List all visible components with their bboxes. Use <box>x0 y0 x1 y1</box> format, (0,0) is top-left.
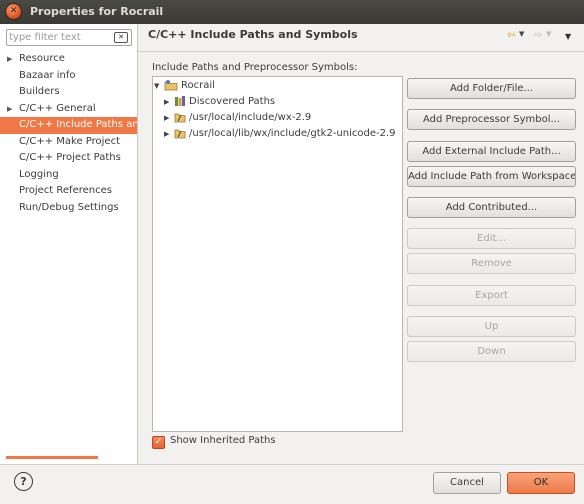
nav-item-label: Resource <box>19 53 65 64</box>
nav-item-label: Project References <box>19 185 112 196</box>
nav-item-label: C/C++ Project Paths <box>19 152 121 163</box>
expand-arrow-icon[interactable]: ▶ <box>164 126 174 142</box>
forward-arrow-icon[interactable]: ⇨ <box>534 30 542 41</box>
nav-item-cpp-project-paths[interactable]: C/C++ Project Paths <box>0 150 137 167</box>
nav-item-label: C/C++ General <box>19 102 96 114</box>
clear-filter-icon[interactable]: ✕ <box>114 32 128 43</box>
collapse-arrow-icon[interactable]: ▼ <box>154 78 164 94</box>
nav-item-label: C/C++ Make Project <box>19 135 121 147</box>
tree-node-include-path[interactable]: ▶ /usr/local/include/wx-2.9 <box>164 110 311 126</box>
property-page: C/C++ Include Paths and Symbols ⇦ ▼ ⇨ ▼ … <box>138 24 584 464</box>
nav-item-project-references[interactable]: Project References <box>0 183 137 200</box>
expand-arrow-icon[interactable]: ▶ <box>7 51 12 68</box>
expand-arrow-icon[interactable]: ▶ <box>7 101 12 118</box>
nav-item-label: Logging <box>19 168 59 180</box>
add-preprocessor-symbol-button[interactable]: Add Preprocessor Symbol... <box>407 109 576 130</box>
forward-dropdown-icon[interactable]: ▼ <box>546 30 551 38</box>
view-menu-icon[interactable]: ▼ <box>565 32 571 41</box>
export-button[interactable]: Export <box>407 285 576 306</box>
nav-item-cpp-general[interactable]: ▶ C/C++ General <box>0 101 137 118</box>
filter-input[interactable] <box>9 30 107 44</box>
include-folder-icon <box>174 129 186 139</box>
nav-item-run-debug-settings[interactable]: Run/Debug Settings <box>0 200 137 217</box>
title-bar: ✕ Properties for Rocrail <box>0 0 584 24</box>
up-button[interactable]: Up <box>407 316 576 337</box>
show-inherited-label: Show Inherited Paths <box>170 435 276 446</box>
nav-item-bazaar-info[interactable]: Bazaar info <box>0 68 137 85</box>
nav-item-logging[interactable]: Logging <box>0 167 137 184</box>
window-title: Properties for Rocrail <box>30 5 164 18</box>
remove-button[interactable]: Remove <box>407 253 576 274</box>
down-button[interactable]: Down <box>407 341 576 362</box>
filter-box: ✕ <box>6 29 132 46</box>
project-folder-icon <box>164 80 178 91</box>
add-contributed-button[interactable]: Add Contributed... <box>407 197 576 218</box>
nav-item-cpp-make-project[interactable]: C/C++ Make Project <box>0 134 137 151</box>
tree-label: Include Paths and Preprocessor Symbols: <box>152 62 358 73</box>
nav-item-builders[interactable]: Builders <box>0 84 137 101</box>
add-folder-file-button[interactable]: Add Folder/File... <box>407 78 576 99</box>
nav-item-label: Run/Debug Settings <box>19 201 119 213</box>
help-icon[interactable]: ? <box>14 472 33 491</box>
include-folder-icon <box>174 113 186 123</box>
back-arrow-icon[interactable]: ⇦ <box>507 30 515 41</box>
footer-separator <box>0 464 584 465</box>
nav-item-label: Builders <box>19 86 60 97</box>
properties-dialog: ✕ Properties for Rocrail ✕ ▶ Resource Ba… <box>0 0 584 504</box>
expand-arrow-icon[interactable]: ▶ <box>164 110 174 126</box>
tree-node-label: /usr/local/include/wx-2.9 <box>189 112 312 123</box>
add-include-path-from-workspace-button[interactable]: Add Include Path from Workspace... <box>407 166 576 187</box>
nav-item-resource[interactable]: ▶ Resource <box>0 51 137 68</box>
tree-root-label: Rocrail <box>181 80 215 91</box>
cancel-button[interactable]: Cancel <box>433 472 501 494</box>
tree-root-rocrail[interactable]: ▼ Rocrail <box>154 78 215 94</box>
header-separator <box>138 51 584 52</box>
library-icon <box>175 96 185 106</box>
edit-button[interactable]: Edit... <box>407 228 576 249</box>
nav-tree: ▶ Resource Bazaar info Builders ▶ C/C++ … <box>0 51 137 216</box>
add-external-include-path-button[interactable]: Add External Include Path... <box>407 141 576 162</box>
nav-item-label: C/C++ Include Paths and <box>19 119 137 130</box>
tree-node-include-path[interactable]: ▶ /usr/local/lib/wx/include/gtk2-unicode-… <box>164 126 396 142</box>
tree-node-discovered-paths[interactable]: ▶ Discovered Paths <box>164 94 275 110</box>
include-paths-tree[interactable]: ▼ Rocrail ▶ Discovered Paths ▶ /usr/local/i… <box>152 76 403 432</box>
tree-node-label: Discovered Paths <box>189 96 276 107</box>
close-icon[interactable]: ✕ <box>6 4 21 19</box>
show-inherited-checkbox[interactable]: ✓ <box>152 436 165 449</box>
ok-button[interactable]: OK <box>507 472 575 494</box>
page-title: C/C++ Include Paths and Symbols <box>148 28 358 41</box>
property-page-list: ✕ ▶ Resource Bazaar info Builders ▶ C/C+… <box>0 24 138 464</box>
nav-item-cpp-include-paths[interactable]: C/C++ Include Paths and <box>0 117 137 134</box>
nav-item-label: Bazaar info <box>19 69 76 81</box>
back-dropdown-icon[interactable]: ▼ <box>519 30 524 38</box>
tree-node-label: /usr/local/lib/wx/include/gtk2-unicode-2… <box>189 128 396 139</box>
horizontal-scrollbar[interactable] <box>6 456 98 459</box>
expand-arrow-icon[interactable]: ▶ <box>164 94 174 110</box>
